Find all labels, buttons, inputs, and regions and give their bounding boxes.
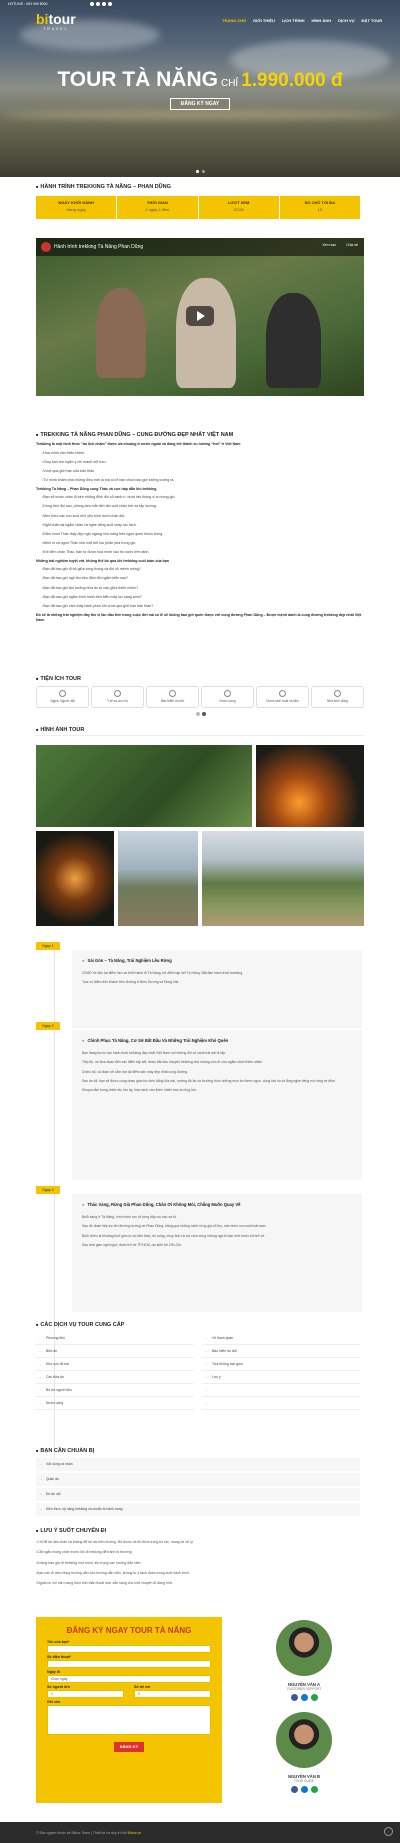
services-heading: CÁC DỊCH VỤ TOUR CUNG CẤP <box>36 1322 124 1328</box>
hero-banner: HOTLINE : 094 999 8000 bitour TRAVEL TRAN… <box>0 0 400 177</box>
amenity-item: Nước sinh hoạt và tắm <box>256 686 309 708</box>
nav-services[interactable]: DỊCH VỤ <box>338 18 354 23</box>
amenity-item: Bảo hiểm du lịch <box>146 686 199 708</box>
nav-home[interactable]: TRANG CHỦ <box>222 18 246 23</box>
staff-card: NGUYỄN VĂN B TOUR GUIDE <box>258 1712 350 1793</box>
prepare-heading: BẠN CẦN CHUẨN BỊ <box>36 1448 94 1454</box>
facebook-icon[interactable] <box>90 2 94 6</box>
facebook-icon[interactable] <box>290 1786 298 1793</box>
instagram-icon[interactable] <box>102 2 106 6</box>
itinerary-card: Thác Vàng, Rừng Già Phan Dũng, Chân Ơi K… <box>72 1194 362 1312</box>
name-field[interactable] <box>47 1645 211 1653</box>
amenities-carousel[interactable]: Ngựa, Người dắt Y tế và cứu hộ Bảo hiểm … <box>36 686 364 708</box>
phone-icon[interactable] <box>310 1786 318 1793</box>
facebook-icon[interactable] <box>290 1694 298 1701</box>
hotline: HOTLINE : 094 999 8000 <box>8 2 48 6</box>
mail-icon[interactable] <box>108 2 112 6</box>
footer: © Bản quyền thuộc về Bitour Team | Thiết… <box>0 1822 400 1843</box>
amenity-item: Nhà bình đông <box>311 686 364 708</box>
slider-dots[interactable] <box>196 170 205 173</box>
play-icon[interactable] <box>186 306 214 326</box>
adults-select[interactable]: 1 <box>47 1690 124 1698</box>
zalo-icon[interactable] <box>300 1694 308 1701</box>
day-badge: Ngày 2 <box>36 1022 60 1030</box>
register-now-button[interactable]: ĐĂNG KÝ NGAY <box>170 98 230 110</box>
shield-icon <box>169 690 176 697</box>
gallery-heading: HÌNH ẢNH TOUR <box>36 727 84 733</box>
twitter-icon[interactable] <box>96 2 100 6</box>
kids-select[interactable]: 0 <box>134 1690 211 1698</box>
amenity-item: Nước uống <box>201 686 254 708</box>
note-field[interactable] <box>47 1705 211 1735</box>
prepare-list: Vật dụng cá nhânQuần áoĐồ ăn vặtKiến thứ… <box>36 1458 360 1518</box>
social-icons[interactable] <box>90 2 112 6</box>
avatar <box>276 1620 332 1676</box>
share-button[interactable]: Chia sẻ <box>346 243 358 247</box>
date-field[interactable]: Chọn ngày <box>47 1675 211 1683</box>
tour-info-bar: NGÀY KHỞI HÀNH Hàng ngày THỜI GIAN 2 ngày … <box>36 196 360 219</box>
day-badge: Ngày 3 <box>36 1186 60 1194</box>
main-nav: TRANG CHỦ GIỚI THIỆU LỊCH TRÌNH HÌNH ẢNH… <box>222 18 382 23</box>
nav-about[interactable]: GIỚI THIỆU <box>253 18 275 23</box>
amenities-heading: TIỆN ÍCH TOUR <box>36 676 81 682</box>
water-icon <box>224 690 231 697</box>
intro-text: Trekking là một hình thức “du lịch chậm”… <box>36 442 364 627</box>
phone-icon[interactable] <box>310 1694 318 1701</box>
nav-itinerary[interactable]: LỊCH TRÌNH <box>282 18 305 23</box>
intro-heading: TREKKING TÀ NĂNG PHAN DŨNG – CUNG ĐƯỜNG … <box>36 432 233 438</box>
hero-title: TOUR TÀ NĂNG CHỈ 1.990.000 đ <box>57 68 343 91</box>
gallery-photo[interactable] <box>202 831 364 926</box>
horse-icon <box>59 690 66 697</box>
pager-dot[interactable] <box>196 712 200 716</box>
pager-dot-active[interactable] <box>202 712 206 716</box>
gallery-photo[interactable] <box>256 745 364 827</box>
watch-later-button[interactable]: Xem sau <box>322 243 336 247</box>
services-list: Phương tiệnVé tham quan Bữa ănBảo hiểm d… <box>36 1332 360 1410</box>
submit-button[interactable]: ĐĂNG KÝ <box>114 1742 144 1752</box>
video-title[interactable]: Hành trình trekking Tà Năng Phan Dũng <box>36 238 364 256</box>
video-player[interactable]: Hành trình trekking Tà Năng Phan Dũng Xe… <box>36 238 364 396</box>
nav-booking[interactable]: ĐẶT TOUR <box>362 18 383 23</box>
itinerary-card: Sài Gòn – Tà Năng, Trải Nghiệm Lều Rừng … <box>72 950 362 1028</box>
phone-field[interactable] <box>47 1660 211 1668</box>
avatar <box>276 1712 332 1768</box>
amenity-item: Ngựa, Người dắt <box>36 686 89 708</box>
gallery-photo[interactable] <box>36 745 252 827</box>
itinerary-card: Chinh Phục Tà Năng, Cơ Sở Bất Đầu Và Nhữ… <box>72 1030 362 1180</box>
amenity-item: Y tế và cứu hộ <box>91 686 144 708</box>
zalo-icon[interactable] <box>300 1786 308 1793</box>
tent-icon <box>334 690 341 697</box>
notes-list: Chỉ để lại dấu chân và không để lại rác … <box>36 1540 364 1591</box>
shower-icon <box>279 690 286 697</box>
gallery-photo[interactable] <box>36 831 114 926</box>
back-to-top-icon[interactable]: ↑ <box>384 1827 393 1836</box>
form-title: ĐĂNG KÝ NGAY TOUR TÀ NĂNG <box>66 1626 192 1635</box>
booking-form: ĐĂNG KÝ NGAY TOUR TÀ NĂNG Tên của bạn* S… <box>36 1617 222 1803</box>
medical-icon <box>114 690 121 697</box>
journey-heading: HÀNH TRÌNH TREKKING TÀ NĂNG – PHAN DŨNG <box>36 184 170 190</box>
staff-card: NGUYỄN VĂN A CUSTOMER SUPPORT <box>258 1620 350 1701</box>
nav-gallery[interactable]: HÌNH ẢNH <box>312 18 332 23</box>
gallery-photo[interactable] <box>118 831 198 926</box>
day-badge: Ngày 1 <box>36 942 60 950</box>
logo[interactable]: bitour TRAVEL <box>36 11 76 31</box>
footer-link[interactable]: Bitour.vn <box>128 1831 142 1835</box>
notes-heading: LƯU Ý SUỐT CHUYẾN ĐI <box>36 1528 106 1534</box>
